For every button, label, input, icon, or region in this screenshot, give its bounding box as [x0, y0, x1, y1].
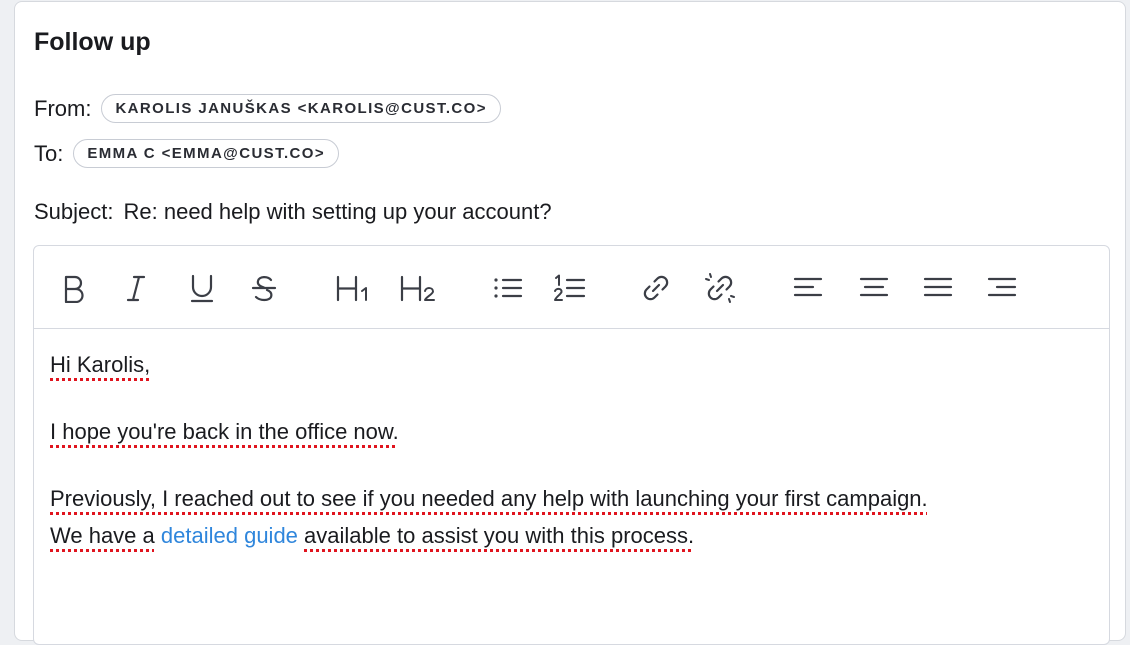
align-left-icon — [793, 277, 823, 297]
from-chip[interactable]: KAROLIS JANUŠKAS <KAROLIS@CUST.CO> — [101, 94, 501, 123]
numbered-list-icon — [554, 274, 586, 301]
heading-2-button[interactable] — [396, 270, 440, 306]
subject-label: Subject: — [34, 199, 114, 224]
align-right-icon — [987, 277, 1017, 297]
link-button[interactable] — [638, 270, 674, 306]
unlink-icon — [705, 273, 735, 303]
editor-toolbar — [34, 246, 1109, 329]
align-justify-icon — [923, 277, 953, 297]
align-center-button[interactable] — [856, 270, 892, 306]
bullet-list-icon — [494, 278, 523, 298]
body-line-3-before: We have a — [50, 523, 155, 548]
align-justify-button[interactable] — [920, 270, 956, 306]
from-label: From: — [34, 95, 92, 121]
unlink-button[interactable] — [702, 270, 738, 306]
body-line-3-after: available to assist you with this proces… — [304, 523, 695, 548]
heading-1-icon — [336, 275, 367, 302]
to-label: To: — [34, 140, 64, 166]
greeting-line: Hi Karolis, — [50, 346, 928, 383]
bold-icon — [64, 275, 84, 303]
rich-text-editor: Hi Karolis, I hope you're back in the of… — [33, 245, 1110, 645]
body-line-3: We have a detailed guide available to as… — [50, 517, 928, 554]
page-title: Follow up — [34, 28, 151, 56]
italic-button[interactable] — [118, 270, 154, 306]
to-row: To: EMMA C <EMMA@CUST.CO> — [34, 139, 340, 168]
link-icon — [643, 275, 669, 301]
greeting-text: Hi Karolis, — [50, 352, 151, 377]
detailed-guide-link[interactable]: detailed guide — [161, 523, 298, 548]
email-compose-card: Follow up From: KAROLIS JANUŠKAS <KAROLI… — [14, 1, 1126, 645]
to-chip[interactable]: EMMA C <EMMA@CUST.CO> — [73, 139, 340, 168]
italic-icon — [126, 275, 146, 302]
align-center-icon — [859, 277, 889, 297]
body-line-1: I hope you're back in the office now. — [50, 413, 928, 450]
underline-button[interactable] — [184, 270, 220, 306]
heading-1-button[interactable] — [332, 270, 376, 306]
editor-body[interactable]: Hi Karolis, I hope you're back in the of… — [50, 346, 928, 554]
subject-input[interactable]: Re: need help with setting up your accou… — [124, 199, 552, 225]
from-row: From: KAROLIS JANUŠKAS <KAROLIS@CUST.CO> — [34, 94, 501, 123]
numbered-list-button[interactable] — [552, 270, 588, 306]
body-line-2: Previously, I reached out to see if you … — [50, 480, 928, 517]
strikethrough-button[interactable] — [246, 270, 282, 306]
align-left-button[interactable] — [790, 270, 826, 306]
bold-button[interactable] — [56, 270, 92, 306]
bullet-list-button[interactable] — [490, 270, 526, 306]
heading-2-icon — [400, 275, 435, 302]
underline-icon — [190, 274, 214, 303]
subject-row: Subject: Re: need help with setting up y… — [34, 199, 552, 225]
strikethrough-icon — [251, 276, 277, 302]
body-line-2-text: Previously, I reached out to see if you … — [50, 486, 928, 511]
align-right-button[interactable] — [984, 270, 1020, 306]
body-line-1-text: I hope you're back in the office now. — [50, 419, 399, 444]
